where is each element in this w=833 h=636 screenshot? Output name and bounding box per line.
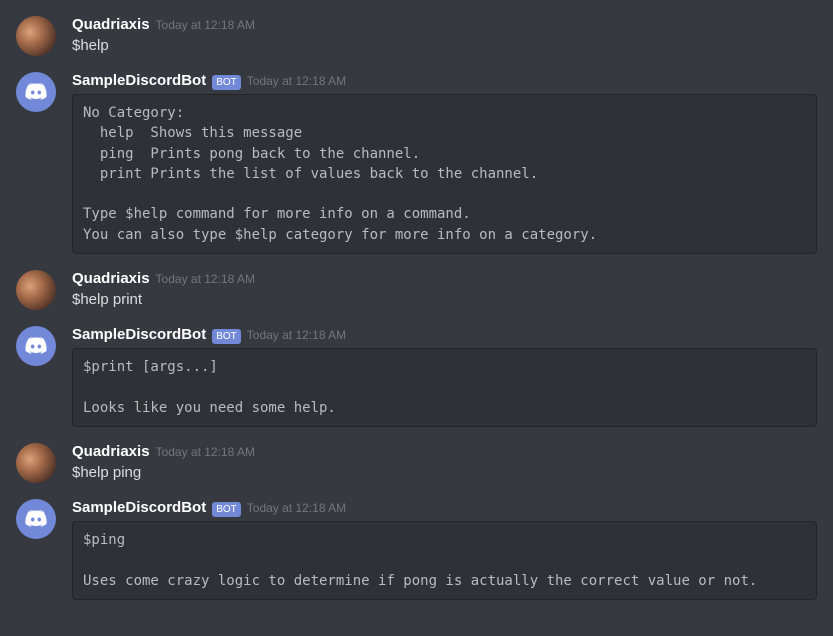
avatar[interactable] [16,326,56,366]
message-text: $help [72,35,817,56]
username[interactable]: Quadriaxis [72,270,150,287]
discord-icon [24,80,48,104]
bot-badge: BOT [212,329,241,344]
code-block: $print [args...] Looks like you need som… [72,348,817,427]
message-body: Quadriaxis Today at 12:18 AM $help print [72,270,817,310]
message-item[interactable]: Quadriaxis Today at 12:18 AM $help print [16,254,817,310]
message-body: SampleDiscordBot BOT Today at 12:18 AM N… [72,72,817,254]
username[interactable]: Quadriaxis [72,443,150,460]
message-body: Quadriaxis Today at 12:18 AM $help [72,16,817,56]
avatar[interactable] [16,499,56,539]
avatar[interactable] [16,443,56,483]
message-item[interactable]: SampleDiscordBot BOT Today at 12:18 AM $… [16,483,817,600]
avatar[interactable] [16,16,56,56]
timestamp: Today at 12:18 AM [156,445,255,459]
discord-icon [24,334,48,358]
message-header: SampleDiscordBot BOT Today at 12:18 AM [72,72,817,90]
message-item[interactable]: SampleDiscordBot BOT Today at 12:18 AM $… [16,310,817,427]
username[interactable]: SampleDiscordBot [72,499,206,516]
code-block: $ping Uses come crazy logic to determine… [72,521,817,600]
message-header: SampleDiscordBot BOT Today at 12:18 AM [72,326,817,344]
discord-icon [24,507,48,531]
code-block: No Category: help Shows this message pin… [72,94,817,254]
message-body: SampleDiscordBot BOT Today at 12:18 AM $… [72,499,817,600]
message-item[interactable]: Quadriaxis Today at 12:18 AM $help ping [16,427,817,483]
message-item[interactable]: Quadriaxis Today at 12:18 AM $help [16,0,817,56]
message-body: Quadriaxis Today at 12:18 AM $help ping [72,443,817,483]
username[interactable]: SampleDiscordBot [72,72,206,89]
timestamp: Today at 12:18 AM [156,18,255,32]
avatar[interactable] [16,270,56,310]
message-list: Quadriaxis Today at 12:18 AM $help Sampl… [0,0,833,616]
bot-badge: BOT [212,75,241,90]
message-body: SampleDiscordBot BOT Today at 12:18 AM $… [72,326,817,427]
timestamp: Today at 12:18 AM [156,272,255,286]
message-item[interactable]: SampleDiscordBot BOT Today at 12:18 AM N… [16,56,817,254]
message-header: SampleDiscordBot BOT Today at 12:18 AM [72,499,817,517]
avatar[interactable] [16,72,56,112]
message-header: Quadriaxis Today at 12:18 AM [72,270,817,287]
message-text: $help print [72,289,817,310]
message-header: Quadriaxis Today at 12:18 AM [72,16,817,33]
username[interactable]: SampleDiscordBot [72,326,206,343]
username[interactable]: Quadriaxis [72,16,150,33]
timestamp: Today at 12:18 AM [247,328,346,342]
timestamp: Today at 12:18 AM [247,501,346,515]
message-text: $help ping [72,462,817,483]
message-header: Quadriaxis Today at 12:18 AM [72,443,817,460]
bot-badge: BOT [212,502,241,517]
timestamp: Today at 12:18 AM [247,74,346,88]
